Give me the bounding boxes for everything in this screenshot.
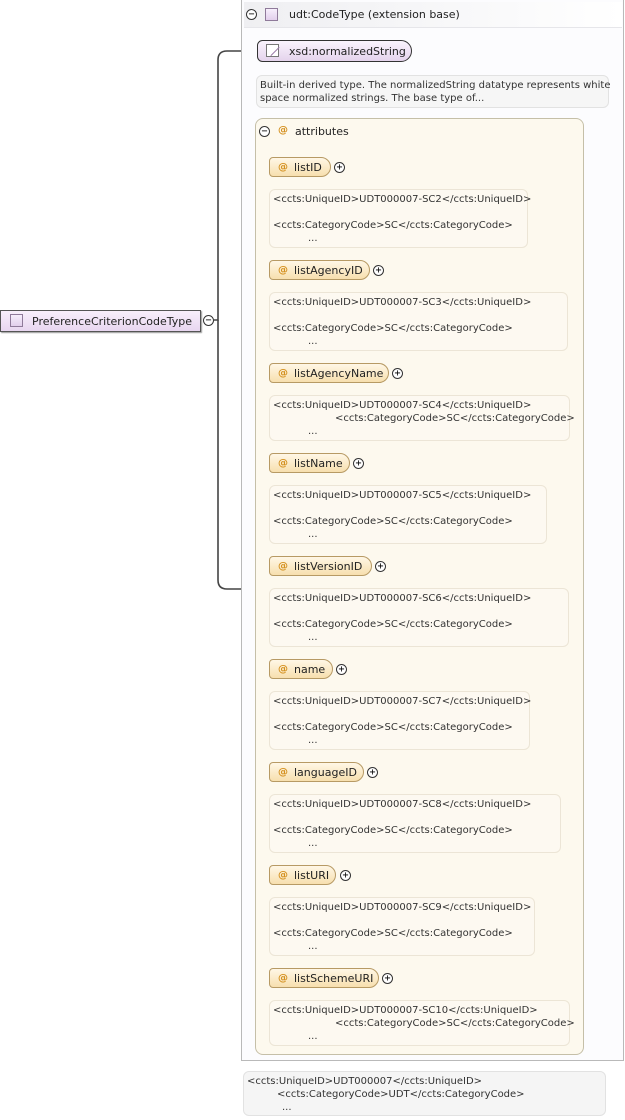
attributes-label: attributes [295,125,349,138]
attribute-node-name[interactable]: @ name [269,659,333,679]
attribute-icon: @ [278,161,288,173]
simple-type-icon [266,44,279,57]
attribute-name: listID [294,160,322,174]
attribute-name: listAgencyName [294,366,384,380]
attribute-node-listID[interactable]: @ listID [269,157,331,177]
attribute-name: listSchemeURI [294,971,374,985]
root-element-label: PreferenceCriterionCodeType [32,315,193,328]
attribute-icon: @ [278,367,288,379]
attribute-documentation: <ccts:UniqueID>UDT000007-SC5</ccts:Uniqu… [269,485,547,544]
attribute-node-listURI[interactable]: @ listURI [269,865,336,885]
expand-name-icon[interactable]: + [336,664,347,675]
expand-listSchemeURI-icon[interactable]: + [382,973,393,984]
attribute-name: listName [294,456,343,470]
base-type-label: xsd:normalizedString [289,45,406,58]
attribute-documentation: <ccts:UniqueID>UDT000007-SC8</ccts:Uniqu… [269,794,561,853]
attribute-documentation: <ccts:UniqueID>UDT000007-SC10</ccts:Uniq… [269,1000,575,1046]
extension-title: udt:CodeType (extension base) [289,8,460,21]
attribute-icon: @ [278,972,288,984]
attribute-node-listAgencyID[interactable]: @ listAgencyID [269,260,370,280]
type-documentation: <ccts:UniqueID>UDT000007</ccts:UniqueID>… [243,1071,606,1116]
root-element-node[interactable]: PreferenceCriterionCodeType [0,310,201,332]
attribute-name: languageID [294,765,357,779]
expand-listAgencyName-icon[interactable]: + [392,368,403,379]
base-type-node[interactable]: xsd:normalizedString [257,40,412,62]
root-type-icon [10,314,23,327]
attribute-icon: @ [278,457,288,469]
attribute-node-languageID[interactable]: @ languageID [269,762,364,782]
attribute-icon: @ [278,560,288,572]
attribute-node-listSchemeURI[interactable]: @ listSchemeURI [269,968,379,988]
base-type-documentation: Built-in derived type. The normalizedStr… [256,75,610,108]
extension-type-name: udt:CodeType [289,8,365,21]
attribute-documentation: <ccts:UniqueID>UDT000007-SC7</ccts:Uniqu… [269,691,531,750]
attribute-icon: @ [278,766,288,778]
attribute-name: listAgencyID [294,263,363,277]
attribute-documentation: <ccts:UniqueID>UDT000007-SC9</ccts:Uniqu… [269,897,535,956]
expand-listName-icon[interactable]: + [353,458,364,469]
attribute-node-listAgencyName[interactable]: @ listAgencyName [269,363,389,383]
expand-languageID-icon[interactable]: + [367,767,378,778]
attribute-icon: @ [278,264,288,276]
attribute-documentation: <ccts:UniqueID>UDT000007-SC4</ccts:Uniqu… [269,395,575,441]
attributes-at-icon: @ [278,125,288,136]
attribute-icon: @ [278,663,288,675]
attribute-documentation: <ccts:UniqueID>UDT000007-SC3</ccts:Uniqu… [269,292,568,351]
attribute-node-listVersionID[interactable]: @ listVersionID [269,556,372,576]
attribute-name: name [294,662,326,676]
collapse-extension-icon[interactable]: − [246,9,257,20]
collapse-root-icon[interactable]: − [203,315,214,326]
expand-listVersionID-icon[interactable]: + [375,561,386,572]
extension-suffix: (extension base) [367,8,460,21]
attribute-icon: @ [278,869,288,881]
attribute-name: listURI [294,868,330,882]
expand-listURI-icon[interactable]: + [340,870,351,881]
expand-listAgencyID-icon[interactable]: + [373,265,384,276]
attribute-name: listVersionID [294,559,363,573]
complex-type-icon [265,8,278,21]
expand-listID-icon[interactable]: + [334,162,345,173]
attribute-documentation: <ccts:UniqueID>UDT000007-SC2</ccts:Uniqu… [269,189,531,248]
attribute-documentation: <ccts:UniqueID>UDT000007-SC6</ccts:Uniqu… [269,588,569,647]
attribute-node-listName[interactable]: @ listName [269,453,350,473]
collapse-attributes-icon[interactable]: − [259,126,270,137]
